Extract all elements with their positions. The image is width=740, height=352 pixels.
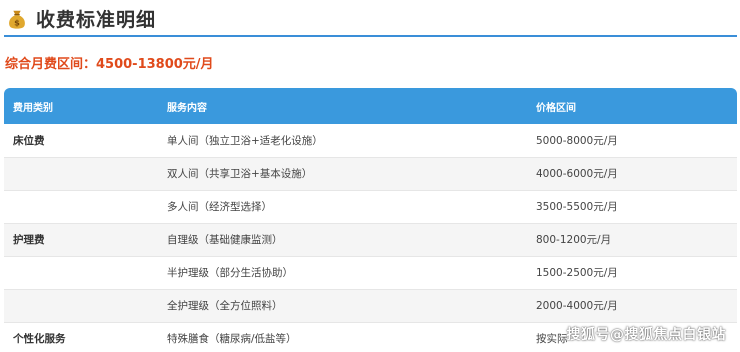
price-cell: 5000-8000元/月 bbox=[528, 124, 737, 158]
column-header-price: 价格区间 bbox=[528, 88, 737, 124]
svg-text:$: $ bbox=[14, 17, 20, 27]
category-cell: 个性化服务 bbox=[4, 322, 157, 352]
table-header-row: 费用类别 服务内容 价格区间 bbox=[4, 88, 737, 124]
price-cell: 3500-5500元/月 bbox=[528, 190, 737, 224]
fee-standard-page: $ 收费标准明细 综合月费区间：4500-13800元/月 费用类别 服务内容 … bbox=[0, 0, 740, 352]
service-cell: 半护理级（部分生活协助） bbox=[157, 256, 528, 290]
category-cell: 床位费 bbox=[4, 124, 157, 158]
category-cell bbox=[4, 256, 157, 290]
column-header-category: 费用类别 bbox=[4, 88, 157, 124]
service-cell: 单人间（独立卫浴+适老化设施） bbox=[157, 124, 528, 158]
table-row: 全护理级（全方位照料） 2000-4000元/月 bbox=[4, 289, 737, 323]
service-cell: 多人间（经济型选择） bbox=[157, 190, 528, 224]
watermark: 搜狐号@搜狐焦点白银站 bbox=[566, 327, 726, 343]
category-cell: 护理费 bbox=[4, 223, 157, 257]
monthly-fee-range: 综合月费区间：4500-13800元/月 bbox=[5, 57, 214, 72]
column-header-service: 服务内容 bbox=[157, 88, 528, 124]
category-cell bbox=[4, 190, 157, 224]
table-row: 床位费 单人间（独立卫浴+适老化设施） 5000-8000元/月 bbox=[4, 124, 737, 158]
page-title: 收费标准明细 bbox=[36, 9, 157, 31]
price-cell: 1500-2500元/月 bbox=[528, 256, 737, 290]
table-row: 半护理级（部分生活协助） 1500-2500元/月 bbox=[4, 256, 737, 290]
table-row: 双人间（共享卫浴+基本设施） 4000-6000元/月 bbox=[4, 157, 737, 191]
price-cell: 2000-4000元/月 bbox=[528, 289, 737, 323]
service-cell: 全护理级（全方位照料） bbox=[157, 289, 528, 323]
price-cell: 800-1200元/月 bbox=[528, 223, 737, 257]
price-cell: 4000-6000元/月 bbox=[528, 157, 737, 191]
money-bag-icon: $ bbox=[9, 10, 25, 29]
service-cell: 特殊膳食（糖尿病/低盐等） bbox=[157, 322, 528, 352]
fee-table-container: 费用类别 服务内容 价格区间 床位费 单人间（独立卫浴+适老化设施） 5000-… bbox=[4, 88, 737, 352]
service-cell: 自理级（基础健康监测） bbox=[157, 223, 528, 257]
category-cell bbox=[4, 157, 157, 191]
category-cell bbox=[4, 289, 157, 323]
service-cell: 双人间（共享卫浴+基本设施） bbox=[157, 157, 528, 191]
table-row: 护理费 自理级（基础健康监测） 800-1200元/月 bbox=[4, 223, 737, 257]
table-row: 多人间（经济型选择） 3500-5500元/月 bbox=[4, 190, 737, 224]
fee-table: 费用类别 服务内容 价格区间 床位费 单人间（独立卫浴+适老化设施） 5000-… bbox=[4, 88, 737, 352]
section-header: $ 收费标准明细 bbox=[4, 2, 737, 37]
